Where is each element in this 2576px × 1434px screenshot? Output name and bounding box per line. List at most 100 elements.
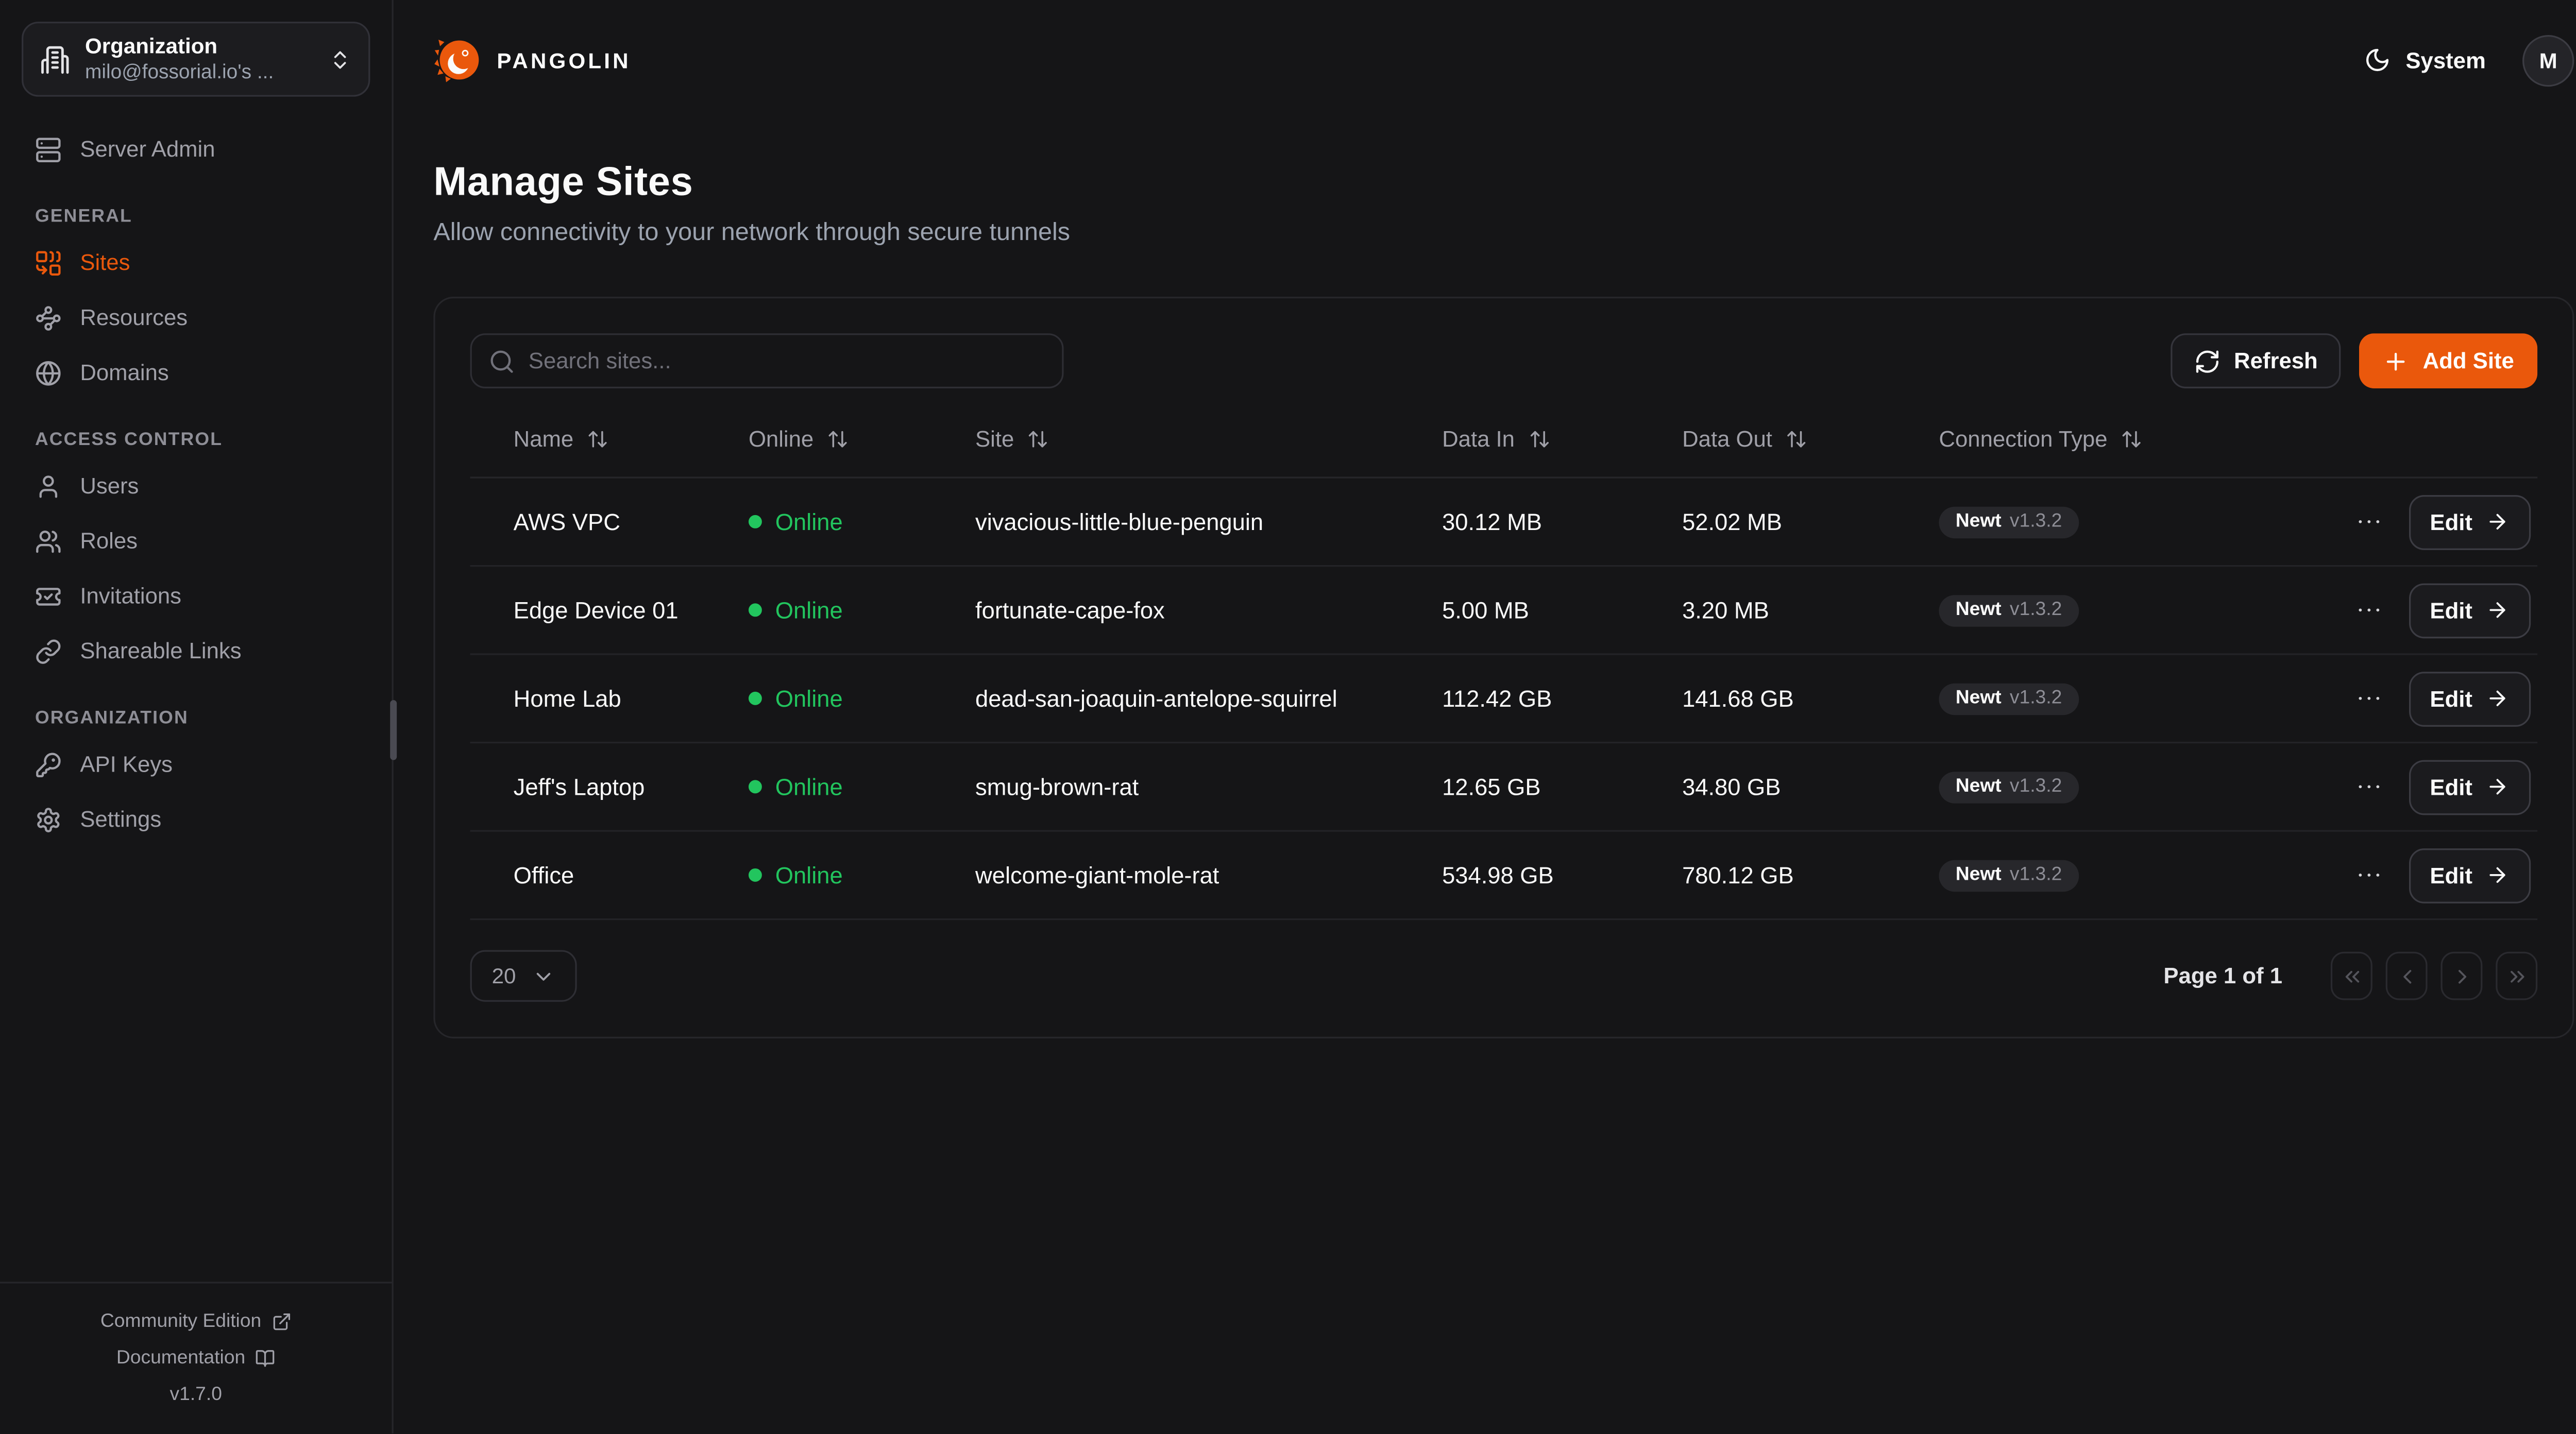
column-label: Data Out (1682, 426, 1772, 452)
next-page-button[interactable] (2441, 952, 2482, 1000)
edit-label: Edit (2430, 598, 2472, 623)
chevron-left-icon (2395, 964, 2418, 987)
community-edition-label: Community Edition (100, 1312, 261, 1332)
last-page-button[interactable] (2496, 952, 2537, 1000)
main-content: PANGOLIN System M Manage Sites Allow con… (394, 0, 2576, 1433)
first-page-button[interactable] (2331, 952, 2372, 1000)
site-name-cell: AWS VPC (470, 508, 749, 535)
link-icon (35, 638, 62, 664)
data-out-cell: 3.20 MB (1682, 596, 1939, 623)
user-icon (35, 472, 62, 499)
column-header-name[interactable]: Name (470, 426, 749, 452)
status-cell: Online (749, 508, 975, 535)
search-box[interactable] (470, 333, 1064, 388)
site-name-cell: Edge Device 01 (470, 596, 749, 623)
app: Organization milo@fossorial.io's ... Ser… (0, 0, 2576, 1433)
more-options-icon[interactable] (2353, 860, 2383, 890)
key-icon (35, 751, 62, 778)
data-in-cell: 5.00 MB (1442, 596, 1682, 623)
community-edition-link[interactable]: Community Edition (0, 1304, 392, 1340)
edit-button[interactable]: Edit (2408, 671, 2531, 726)
brand[interactable]: PANGOLIN (433, 35, 631, 85)
data-in-cell: 12.65 GB (1442, 773, 1682, 800)
invitation-icon (35, 583, 62, 609)
sidebar-item-label: Roles (80, 528, 138, 554)
column-header-data-out[interactable]: Data Out (1682, 426, 1939, 452)
column-header-connection-type[interactable]: Connection Type (1939, 426, 2339, 452)
org-selector[interactable]: Organization milo@fossorial.io's ... (22, 22, 370, 97)
theme-toggle[interactable]: System (2364, 47, 2486, 74)
avatar[interactable]: M (2522, 34, 2574, 86)
connection-version: v1.3.2 (2010, 690, 2062, 709)
users-icon (35, 527, 62, 554)
edit-button[interactable]: Edit (2408, 847, 2531, 902)
edit-label: Edit (2430, 509, 2472, 535)
external-link-icon (272, 1312, 292, 1332)
sidebar-item-invitations[interactable]: Invitations (22, 568, 370, 623)
prev-page-button[interactable] (2386, 952, 2428, 1000)
status-badge: Online (775, 596, 843, 623)
connection-version: v1.3.2 (2010, 778, 2062, 797)
arrow-right-icon (2486, 510, 2509, 533)
edit-button[interactable]: Edit (2408, 583, 2531, 638)
page-size-select[interactable]: 20 (470, 950, 578, 1002)
connection-type-cell: Newt v1.3.2 (1939, 770, 2339, 804)
sidebar-scrollbar-thumb[interactable] (390, 700, 397, 760)
chevron-down-icon (533, 964, 556, 987)
sort-icon (2121, 429, 2142, 450)
table-header-row: Name Online Site Data In Data Out (470, 402, 2538, 479)
sidebar-item-resources[interactable]: Resources (22, 290, 370, 345)
site-slug-cell: smug-brown-rat (975, 773, 1442, 800)
table-row: Office Online welcome-giant-mole-rat 534… (470, 832, 2538, 920)
sort-icon (1528, 429, 1550, 450)
more-options-icon[interactable] (2353, 507, 2383, 537)
refresh-button[interactable]: Refresh (2171, 333, 2341, 388)
sidebar-item-users[interactable]: Users (22, 458, 370, 514)
add-site-button[interactable]: Add Site (2360, 333, 2537, 388)
connection-type-badge: Newt v1.3.2 (1939, 771, 2078, 804)
sidebar-item-server-admin[interactable]: Server Admin (22, 122, 370, 177)
connection-type-cell: Newt v1.3.2 (1939, 681, 2339, 715)
sidebar-item-settings[interactable]: Settings (22, 792, 370, 847)
status-cell: Online (749, 685, 975, 712)
sidebar-item-shareable-links[interactable]: Shareable Links (22, 623, 370, 678)
theme-label: System (2405, 47, 2485, 73)
documentation-link[interactable]: Documentation (0, 1340, 392, 1377)
data-out-cell: 141.68 GB (1682, 685, 1939, 712)
table-row: Jeff's Laptop Online smug-brown-rat 12.6… (470, 743, 2538, 832)
column-header-online[interactable]: Online (749, 426, 975, 452)
table-body: AWS VPC Online vivacious-little-blue-pen… (470, 479, 2538, 920)
more-options-icon[interactable] (2353, 595, 2383, 625)
row-actions: Edit (2339, 759, 2537, 814)
site-name-cell: Office (470, 862, 749, 889)
sidebar-item-domains[interactable]: Domains (22, 345, 370, 400)
online-status-dot (749, 692, 762, 705)
data-in-cell: 112.42 GB (1442, 685, 1682, 712)
sidebar-item-api-keys[interactable]: API Keys (22, 737, 370, 792)
toolbar-actions: Refresh Add Site (2171, 333, 2537, 388)
more-options-icon[interactable] (2353, 772, 2383, 801)
sidebar-item-sites[interactable]: Sites (22, 235, 370, 290)
status-badge: Online (775, 862, 843, 889)
connection-name: Newt (1956, 513, 2002, 532)
row-actions: Edit (2339, 494, 2537, 549)
page-subtitle: Allow connectivity to your network throu… (433, 218, 2574, 247)
more-options-icon[interactable] (2353, 684, 2383, 713)
data-out-cell: 34.80 GB (1682, 773, 1939, 800)
site-slug-cell: fortunate-cape-fox (975, 596, 1442, 623)
chevrons-right-icon (2505, 964, 2528, 987)
table-footer: 20 Page 1 of 1 (470, 950, 2538, 1002)
row-actions: Edit (2339, 671, 2537, 726)
viewport: Organization milo@fossorial.io's ... Ser… (0, 0, 2576, 1434)
online-status-dot (749, 603, 762, 617)
row-actions: Edit (2339, 583, 2537, 638)
edit-button[interactable]: Edit (2408, 759, 2531, 814)
column-header-site[interactable]: Site (975, 426, 1442, 452)
edit-button[interactable]: Edit (2408, 494, 2531, 549)
status-cell: Online (749, 596, 975, 623)
sidebar-item-roles[interactable]: Roles (22, 514, 370, 569)
column-header-data-in[interactable]: Data In (1442, 426, 1682, 452)
search-input[interactable] (529, 348, 1045, 373)
moon-icon (2364, 47, 2391, 74)
table-row: Edge Device 01 Online fortunate-cape-fox… (470, 567, 2538, 655)
